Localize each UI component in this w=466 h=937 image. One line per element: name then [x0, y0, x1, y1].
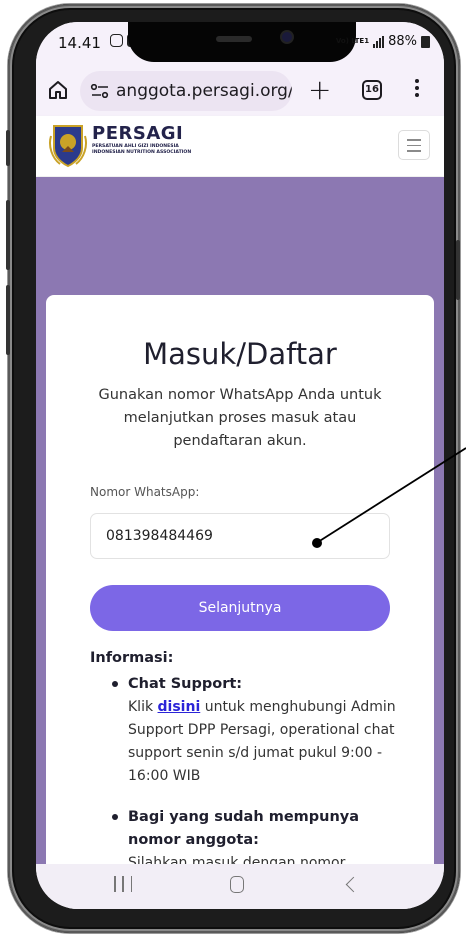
url-text: anggota.persagi.org/a: [116, 81, 292, 101]
phone-screen: 14.41 Vo) LTE1 88% anggota.persagi.org/a…: [36, 22, 444, 909]
nav-home-icon[interactable]: [230, 876, 244, 893]
info-item-title: Bagi yang sudah mempunya nomor anggota:: [128, 809, 360, 848]
site-header: PERSAGI PERSATUAN AHLI GIZI INDONESIA IN…: [36, 116, 444, 176]
bullet: [112, 681, 118, 687]
tabs-icon[interactable]: 16: [362, 80, 382, 100]
recent-apps-icon[interactable]: [114, 876, 132, 892]
site-settings-icon[interactable]: [90, 84, 110, 98]
new-tab-icon[interactable]: +: [308, 76, 331, 104]
camera-notch: [128, 22, 356, 62]
persagi-logo[interactable]: [48, 122, 88, 170]
info-heading: Informasi:: [90, 650, 174, 666]
support-link[interactable]: disini: [158, 699, 201, 715]
form-description: Gunakan nomor WhatsApp Anda untuk melanj…: [98, 387, 382, 449]
info-list: Chat Support: Klik disini untuk menghubu…: [106, 673, 406, 893]
next-button[interactable]: Selanjutnya: [90, 585, 390, 631]
home-icon[interactable]: [46, 78, 70, 102]
page-title: Masuk/Daftar: [143, 337, 337, 371]
system-nav-bar: [36, 864, 444, 909]
status-right-group: Vo) LTE1 88%: [336, 34, 430, 49]
volume-up-button: [6, 130, 10, 166]
more-menu-icon[interactable]: [414, 79, 420, 101]
battery-icon: [421, 35, 430, 48]
info-item-body-prefix: Klik: [128, 699, 158, 715]
network-label: Vo) LTE1: [335, 37, 370, 45]
info-item-title: Chat Support:: [128, 676, 243, 692]
power-button: [6, 285, 10, 355]
front-camera: [282, 32, 292, 42]
info-item-body: Klik disini untuk menghubungi Admin Supp…: [128, 696, 406, 788]
list-item: Chat Support: Klik disini untuk menghubu…: [106, 673, 406, 788]
brand-subtitle-en: INDONESIAN NUTRITION ASSOCIATION: [92, 150, 192, 155]
signal-icon: [373, 35, 385, 48]
phone-label: Nomor WhatsApp:: [90, 485, 200, 499]
side-button-right: [456, 240, 460, 300]
instagram-icon: [110, 34, 123, 47]
brand-name: PERSAGI: [92, 123, 184, 144]
page-hero: Masuk/Daftar Gunakan nomor WhatsApp Anda…: [36, 177, 444, 895]
brand-block[interactable]: PERSAGI PERSATUAN AHLI GIZI INDONESIA IN…: [92, 124, 191, 156]
nav-back-icon[interactable]: [345, 876, 362, 893]
earpiece: [216, 36, 252, 42]
browser-toolbar: anggota.persagi.org/a + 16: [36, 66, 444, 116]
login-card: Masuk/Daftar Gunakan nomor WhatsApp Anda…: [46, 295, 434, 895]
whatsapp-number-input[interactable]: [90, 513, 390, 559]
status-bar: 14.41 Vo) LTE1 88%: [36, 22, 444, 66]
status-time: 14.41: [58, 34, 101, 52]
volume-down-button: [6, 200, 10, 270]
battery-percent: 88%: [388, 34, 417, 49]
address-bar[interactable]: anggota.persagi.org/a: [80, 71, 292, 111]
bullet: [112, 814, 118, 820]
hamburger-menu-icon[interactable]: [398, 130, 430, 160]
